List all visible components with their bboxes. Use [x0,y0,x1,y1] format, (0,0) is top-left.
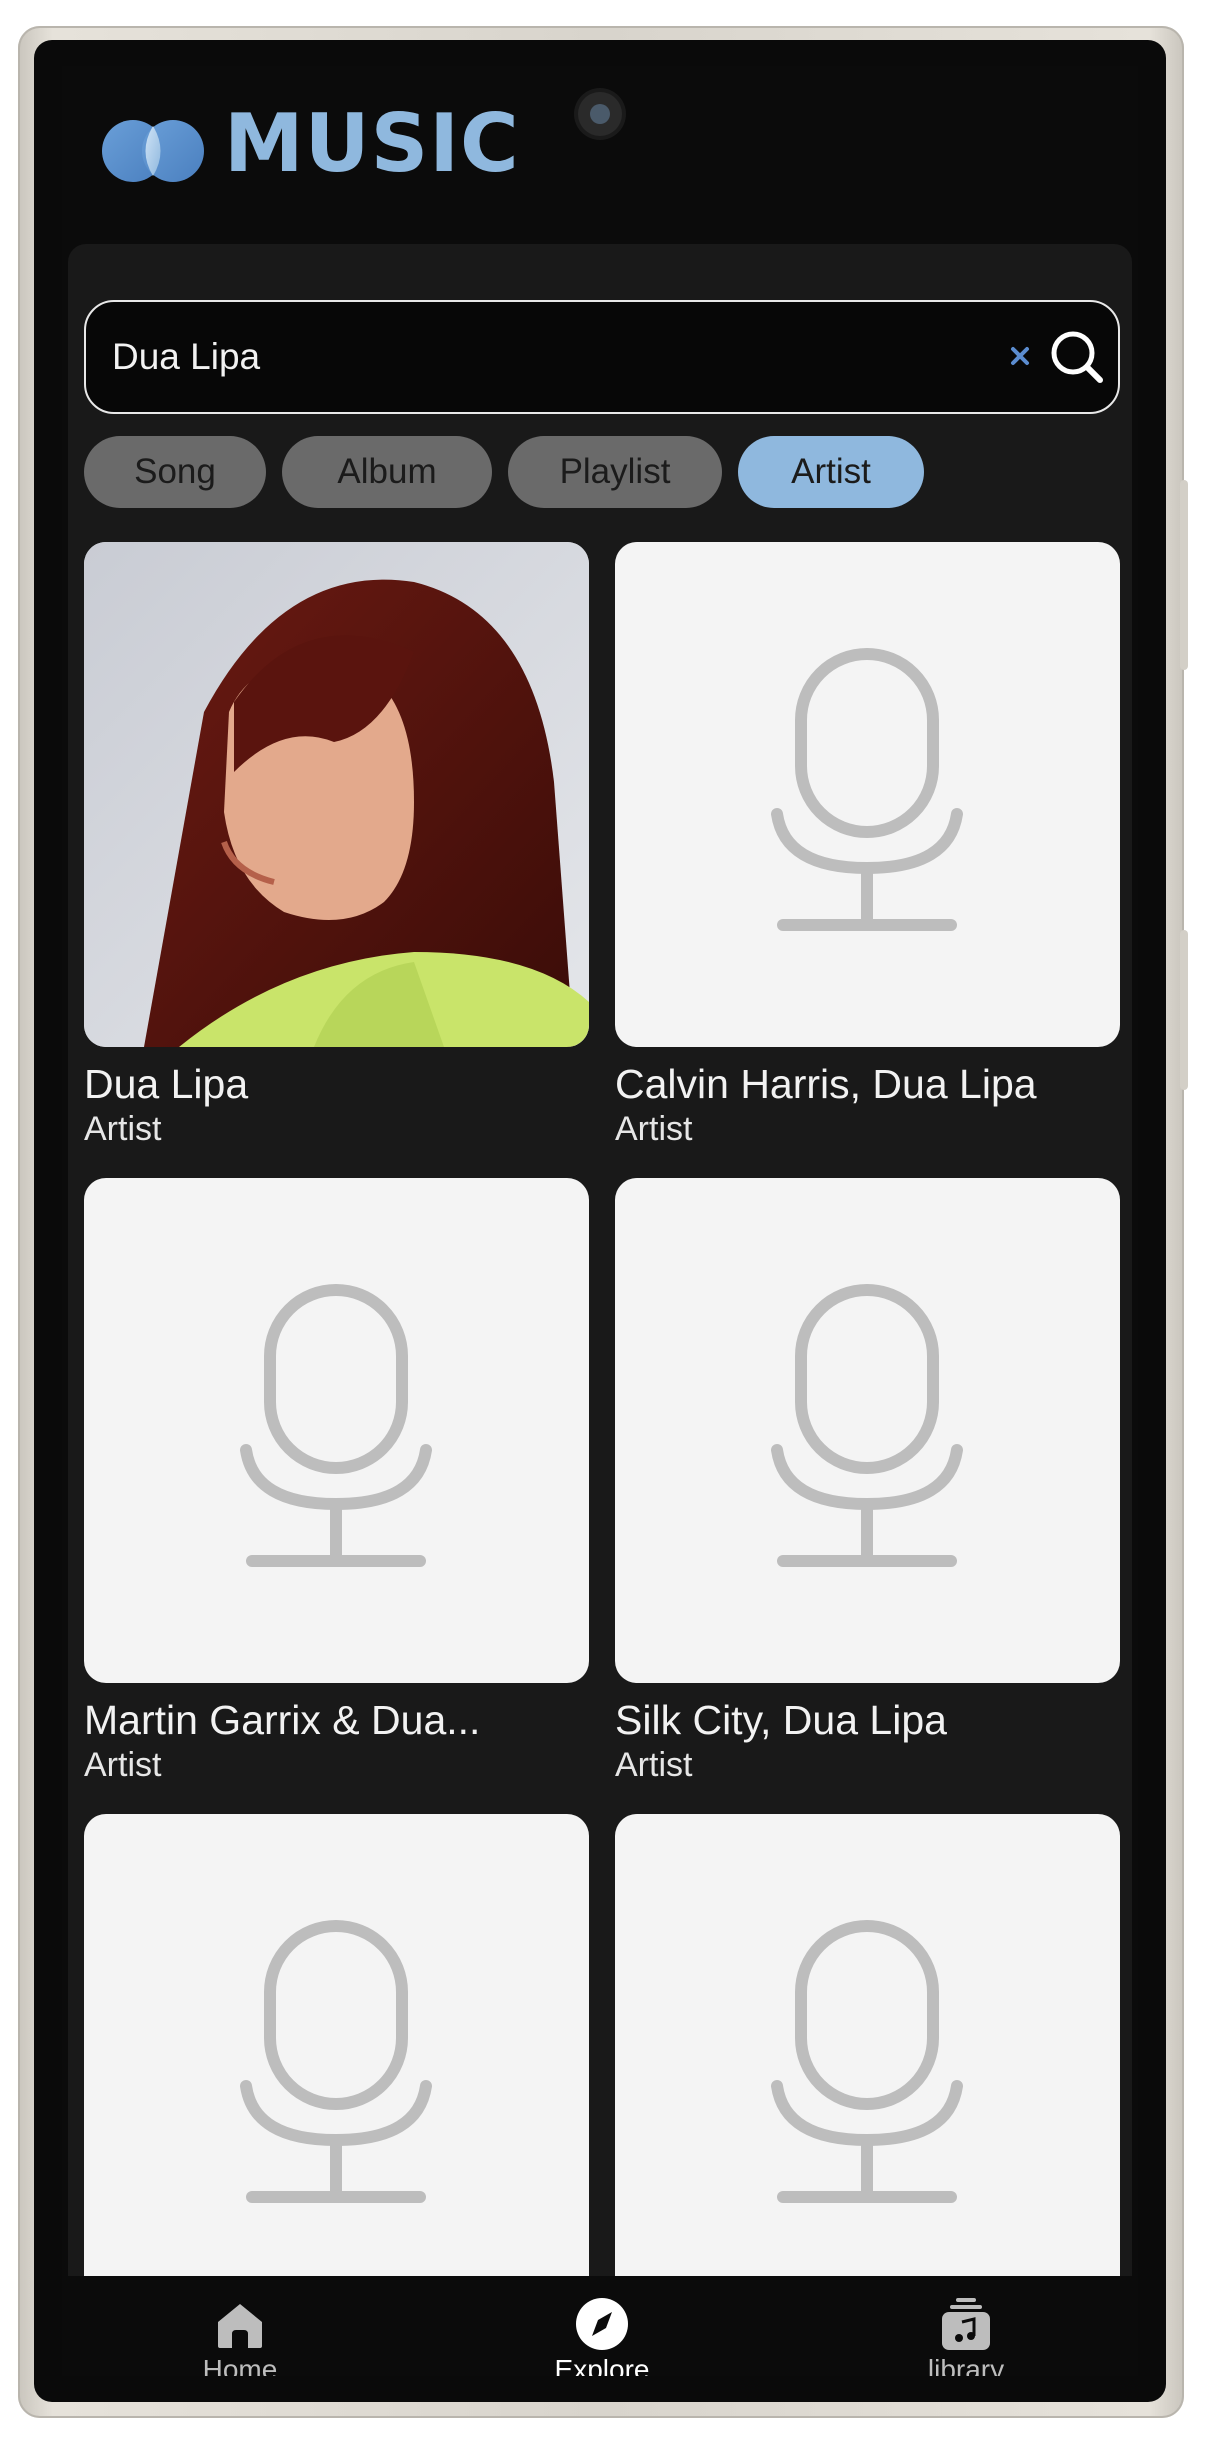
result-name: Calvin Harris, Dua Lipa [615,1061,1037,1107]
result-card[interactable]: Calvin Harris, Dua Lipa Artist [615,542,1120,1149]
result-name: Dua Lipa [84,1061,249,1107]
nav-item-library[interactable]: library [866,2294,1066,2376]
filter-chip-artist[interactable]: Artist [738,436,924,508]
result-card[interactable]: Dua Lipa Artist [84,542,589,1149]
result-card[interactable] [84,1814,589,2276]
artist-photo [84,542,589,1047]
microphone-icon [240,1920,432,2203]
microphone-placeholder [615,1814,1120,2276]
result-card[interactable] [615,1814,1120,2276]
library-icon [942,2298,990,2350]
app-screen: MUSIC Dua Lipa Song Album Playlist Artis… [62,66,1138,2376]
search-icon[interactable] [1048,328,1106,386]
home-icon [218,2304,262,2348]
compass-icon [576,2298,628,2350]
microphone-icon [240,1284,432,1567]
microphone-placeholder [84,1178,589,1683]
result-type: Artist [84,1110,162,1149]
result-name: Martin Garrix & Dua... [84,1697,481,1743]
microphone-placeholder [84,1814,589,2276]
result-name: Silk City, Dua Lipa [615,1697,947,1743]
filter-chip-song[interactable]: Song [84,436,266,508]
front-camera [578,92,622,136]
result-card[interactable]: Martin Garrix & Dua... Artist [84,1178,589,1785]
nav-label-explore: Explore [554,2354,650,2376]
nav-item-explore[interactable]: Explore [502,2294,702,2376]
search-query: Dua Lipa [112,336,261,377]
microphone-placeholder [615,542,1120,1047]
nav-label-home: Home [202,2354,278,2376]
microphone-icon [771,1920,963,2203]
result-type: Artist [615,1746,693,1785]
power-button [1180,480,1188,670]
nav-label-library: library [927,2354,1005,2376]
microphone-icon [771,1284,963,1567]
filter-chip-album[interactable]: Album [282,436,492,508]
result-type: Artist [615,1110,693,1149]
logo-icon [102,120,204,182]
microphone-icon [771,648,963,931]
volume-button [1180,930,1188,1090]
app-title: MUSIC [224,97,520,190]
close-icon[interactable] [1006,342,1034,370]
result-type: Artist [84,1746,162,1785]
nav-item-home[interactable]: Home [140,2294,340,2376]
microphone-placeholder [615,1178,1120,1683]
bottom-nav: Home Explore library [62,2276,1138,2376]
filter-chip-playlist[interactable]: Playlist [508,436,722,508]
search-input[interactable]: Dua Lipa [84,300,1120,414]
result-card[interactable]: Silk City, Dua Lipa Artist [615,1178,1120,1785]
search-panel: Dua Lipa Song Album Playlist Artist Dua … [68,244,1132,2276]
